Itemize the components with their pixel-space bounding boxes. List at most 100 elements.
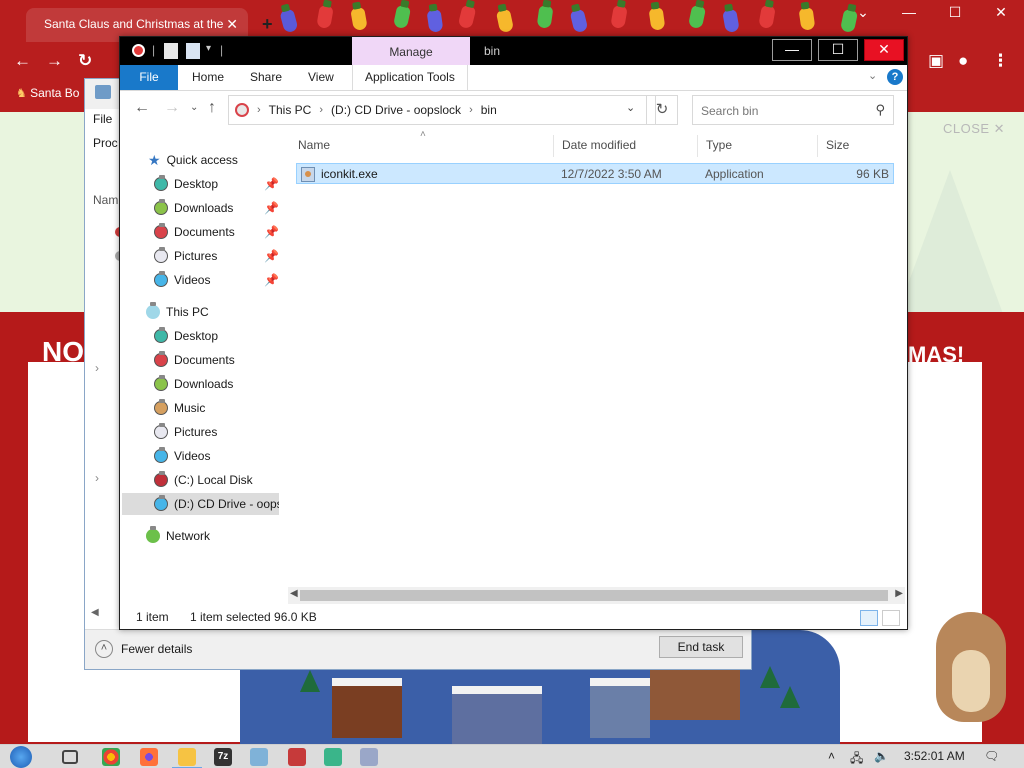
pin-icon[interactable]: 📌: [264, 225, 279, 239]
nav-quick-access[interactable]: ★ Quick access: [148, 149, 308, 171]
refresh-button[interactable]: ↻: [646, 95, 678, 125]
file-row[interactable]: iconkit.exe 12/7/2022 3:50 AM Applicatio…: [296, 163, 894, 184]
new-folder-icon[interactable]: [186, 43, 200, 59]
firefox-icon[interactable]: [140, 748, 158, 766]
ornament-drive-icon: [132, 44, 145, 57]
scroll-left-icon[interactable]: ◀: [91, 607, 99, 618]
large-icons-view-icon[interactable]: [882, 610, 900, 626]
task-view-icon[interactable]: [62, 750, 78, 764]
notifications-icon[interactable]: 🗨: [984, 749, 999, 763]
pin-icon[interactable]: 📌: [264, 201, 279, 215]
app-icon[interactable]: [324, 748, 342, 766]
nav-item-music[interactable]: Music: [120, 397, 280, 419]
task-manager-name-column[interactable]: Nam: [93, 193, 118, 207]
tab-application-tools[interactable]: Application Tools: [352, 65, 468, 90]
nav-item-downloads[interactable]: Downloads 📌: [120, 197, 280, 219]
close-icon[interactable]: ✕: [978, 4, 1024, 21]
app-icon[interactable]: [360, 748, 378, 766]
properties-icon[interactable]: [164, 43, 178, 59]
back-icon[interactable]: ←: [14, 51, 31, 71]
search-input[interactable]: Search bin ⚲: [692, 95, 894, 125]
breadcrumb-bin[interactable]: bin: [481, 103, 497, 117]
horizontal-scrollbar[interactable]: ◀ ▶: [288, 587, 905, 604]
minimize-icon[interactable]: —: [886, 4, 932, 20]
chevron-down-icon[interactable]: ▾: [206, 43, 211, 54]
task-manager-file-menu[interactable]: File: [93, 112, 112, 126]
pin-icon[interactable]: 📌: [264, 273, 279, 287]
nav-item-c-local-disk[interactable]: (C:) Local Disk: [120, 469, 280, 491]
fewer-details-button[interactable]: ˄ Fewer details: [95, 640, 192, 658]
forward-icon[interactable]: →: [164, 99, 180, 117]
expand-chevron-icon[interactable]: ›: [95, 361, 99, 375]
scrollbar-thumb[interactable]: [300, 590, 888, 601]
7zip-icon[interactable]: 7z: [214, 748, 232, 766]
nav-this-pc[interactable]: This PC: [146, 301, 306, 323]
expand-ribbon-icon[interactable]: ⌄: [868, 69, 877, 82]
new-tab-icon[interactable]: +: [262, 14, 273, 35]
address-history-icon[interactable]: ⌄: [626, 101, 635, 114]
up-icon[interactable]: ↑: [208, 99, 216, 117]
tab-share[interactable]: Share: [238, 65, 294, 90]
scroll-right-icon[interactable]: ▶: [895, 588, 903, 599]
address-bar[interactable]: › This PC › (D:) CD Drive - oopslock › b…: [228, 95, 656, 125]
forward-icon[interactable]: →: [46, 51, 63, 71]
file-explorer-icon[interactable]: [172, 748, 202, 768]
task-manager-processes-tab[interactable]: Proc: [93, 136, 118, 150]
back-icon[interactable]: ←: [134, 99, 150, 117]
breadcrumb-drive[interactable]: (D:) CD Drive - oopslock: [331, 103, 461, 117]
recent-chevron-icon[interactable]: ⌄: [190, 102, 198, 113]
manage-tab[interactable]: Manage: [352, 37, 470, 65]
nav-item-documents[interactable]: Documents: [120, 349, 280, 371]
close-tab-icon[interactable]: ✕: [226, 16, 238, 33]
nav-item-documents[interactable]: Documents 📌: [120, 221, 280, 243]
network-icon[interactable]: 🖧: [850, 749, 863, 768]
clock[interactable]: 3:52:01 AM: [904, 749, 965, 763]
maximize-icon[interactable]: ☐: [932, 4, 978, 21]
nav-network[interactable]: Network: [146, 525, 306, 547]
reload-icon[interactable]: ↻: [78, 51, 92, 71]
help-icon[interactable]: ?: [887, 69, 903, 85]
tab-view[interactable]: View: [296, 65, 346, 90]
details-view-icon[interactable]: [860, 610, 878, 626]
pin-icon[interactable]: 📌: [264, 249, 279, 263]
extension-icon[interactable]: ▣: [928, 51, 944, 71]
nav-item-d-cd-drive-oops[interactable]: (D:) CD Drive - oops: [122, 493, 279, 515]
ornament-folder-icon: [154, 351, 168, 367]
chevron-down-icon[interactable]: ⌄: [840, 4, 886, 21]
close-button[interactable]: ✕: [864, 39, 904, 61]
column-type[interactable]: Type: [698, 135, 818, 157]
pin-icon[interactable]: 📌: [264, 177, 279, 191]
tab-file[interactable]: File: [120, 65, 178, 90]
chrome-icon[interactable]: [102, 748, 120, 766]
end-task-button[interactable]: End task: [659, 636, 743, 658]
task-manager-icon[interactable]: [250, 748, 268, 766]
nav-item-pictures[interactable]: Pictures: [120, 421, 280, 443]
status-bar: 1 item 1 item selected 96.0 KB: [120, 605, 907, 629]
menu-icon[interactable]: ⋮: [992, 51, 1009, 71]
breadcrumb-this-pc[interactable]: This PC: [269, 103, 312, 117]
show-hidden-icons-icon[interactable]: ˄: [828, 749, 835, 763]
bookmark-item[interactable]: ♞ Santa Bo: [16, 86, 79, 100]
minimize-button[interactable]: —: [772, 39, 812, 61]
column-name[interactable]: Name: [290, 135, 554, 157]
dev-cpp-icon[interactable]: [288, 748, 306, 766]
column-size[interactable]: Size: [818, 135, 898, 157]
start-button[interactable]: [10, 746, 32, 768]
nav-item-videos[interactable]: Videos: [120, 445, 280, 467]
nav-item-pictures[interactable]: Pictures 📌: [120, 245, 280, 267]
close-ad-button[interactable]: CLOSE ✕: [943, 121, 1005, 137]
scroll-left-icon[interactable]: ◀: [290, 588, 298, 599]
nav-item-downloads[interactable]: Downloads: [120, 373, 280, 395]
expand-chevron-icon[interactable]: ›: [95, 471, 99, 485]
volume-icon[interactable]: 🔈: [874, 749, 889, 763]
nav-item-videos[interactable]: Videos 📌: [120, 269, 280, 291]
maximize-button[interactable]: ☐: [818, 39, 858, 61]
nav-label: Pictures: [174, 249, 218, 263]
chevron-up-icon: ˄: [95, 640, 113, 658]
nav-item-desktop[interactable]: Desktop: [120, 325, 280, 347]
nav-item-desktop[interactable]: Desktop 📌: [120, 173, 280, 195]
tab-home[interactable]: Home: [180, 65, 236, 90]
column-date-modified[interactable]: Date modified: [554, 135, 698, 157]
profile-icon[interactable]: ●: [958, 51, 968, 71]
ornament-folder-icon: [154, 175, 168, 191]
